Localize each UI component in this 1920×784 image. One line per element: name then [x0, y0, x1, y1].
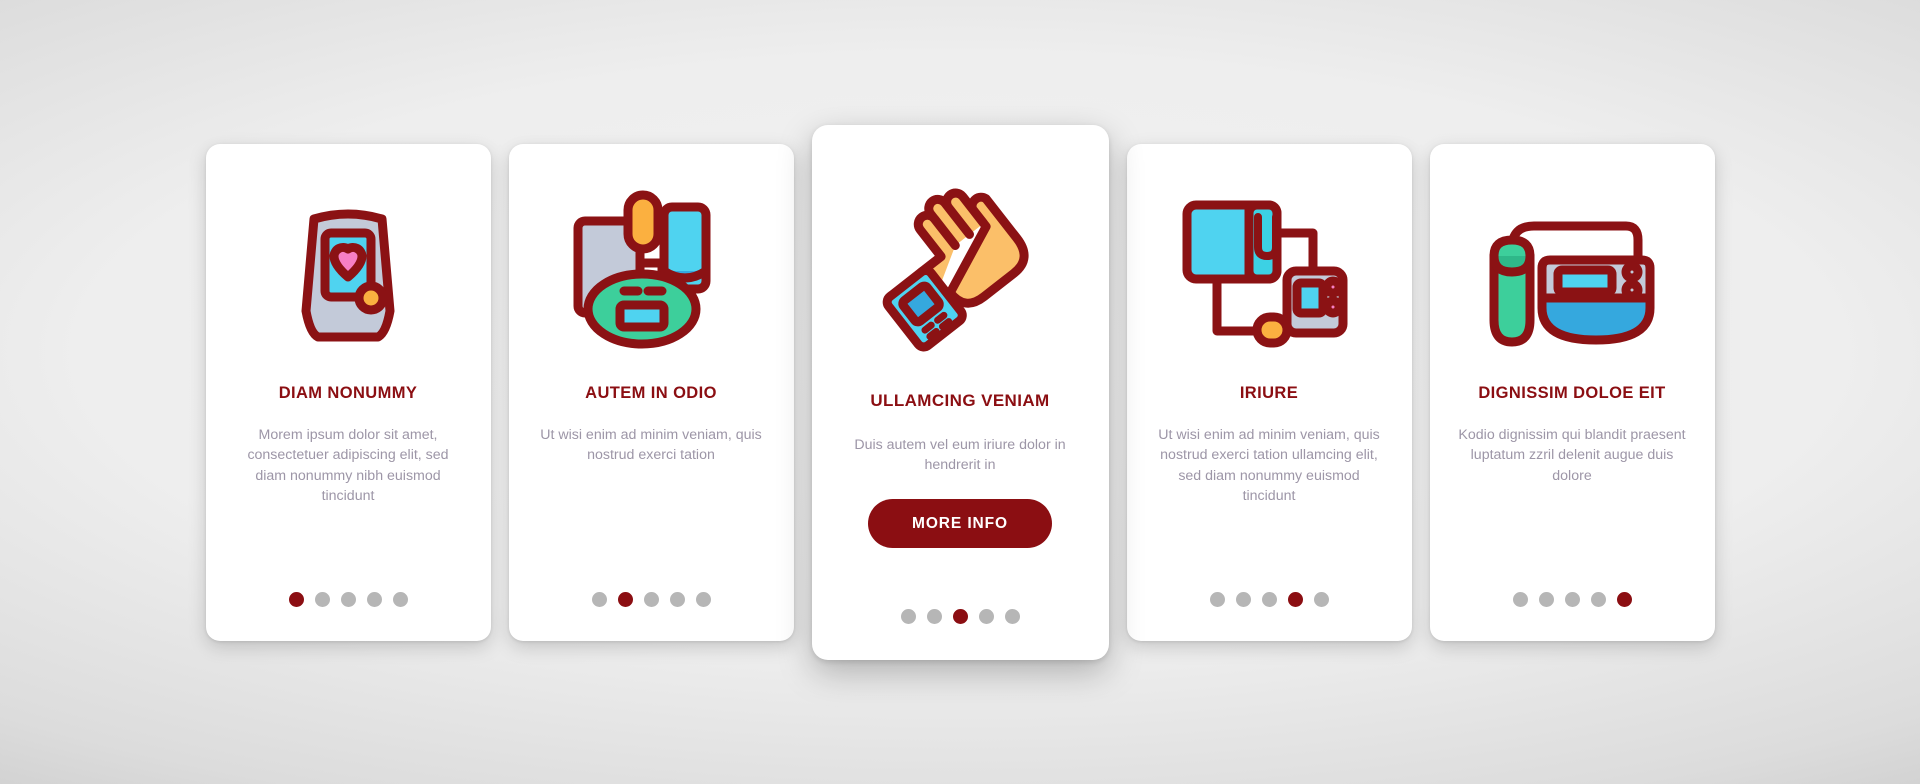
pagination-dot-2[interactable]	[314, 591, 330, 607]
pagination-dots[interactable]	[1127, 591, 1412, 607]
pagination-dot-4[interactable]	[366, 591, 382, 607]
sphygmomanometer-icon	[1145, 170, 1394, 380]
pagination-dot-5[interactable]	[1616, 591, 1632, 607]
pagination-dot-4[interactable]	[978, 608, 994, 624]
pagination-dot-3[interactable]	[1261, 591, 1277, 607]
card-title: IRIURE	[1239, 383, 1299, 402]
pagination-dot-3[interactable]	[952, 608, 968, 624]
pagination-dots[interactable]	[1430, 591, 1715, 607]
pagination-dot-1[interactable]	[900, 608, 916, 624]
onboarding-card-4[interactable]: IRIURE Ut wisi enim ad minim veniam, qui…	[1126, 143, 1412, 641]
pagination-dot-4[interactable]	[1590, 591, 1606, 607]
pagination-dot-1[interactable]	[591, 591, 607, 607]
blood-pressure-cuff-icon	[527, 170, 776, 380]
card-title: AUTEM IN ODIO	[585, 383, 717, 402]
pagination-dot-1[interactable]	[1512, 591, 1528, 607]
pagination-dot-2[interactable]	[617, 591, 633, 607]
card-body-text: Ut wisi enim ad minim veniam, quis nostr…	[1158, 427, 1380, 504]
card-body-text: Duis autem vel eum iriure dolor in hendr…	[854, 436, 1066, 474]
onboarding-card-1[interactable]: DIAM NONUMMY Morem ipsum dolor sit amet,…	[205, 143, 491, 641]
card-body-text: Morem ipsum dolor sit amet, consectetuer…	[247, 427, 449, 504]
pagination-dots[interactable]	[206, 591, 491, 607]
pagination-dot-2[interactable]	[1235, 591, 1251, 607]
pagination-dot-4[interactable]	[1287, 591, 1303, 607]
digital-blood-pressure-device-icon	[1448, 170, 1697, 380]
card-body-text: Kodio dignissim qui blandit praesent lup…	[1458, 427, 1686, 484]
pagination-dot-5[interactable]	[1313, 591, 1329, 607]
pagination-dot-1[interactable]	[1209, 591, 1225, 607]
onboarding-card-3[interactable]: ULLAMCING VENIAM Duis autem vel eum iriu…	[811, 124, 1109, 660]
pagination-dot-5[interactable]	[695, 591, 711, 607]
pagination-dot-5[interactable]	[392, 591, 408, 607]
card-title: DIAM NONUMMY	[278, 383, 418, 402]
wrist-blood-pressure-monitor-icon	[830, 155, 1091, 387]
pagination-dot-3[interactable]	[643, 591, 659, 607]
onboarding-card-5[interactable]: DIGNISSIM DOLOE EIT Kodio dignissim qui …	[1429, 143, 1715, 641]
pagination-dot-2[interactable]	[926, 608, 942, 624]
heart-rate-monitor-icon	[224, 170, 473, 380]
onboarding-card-2[interactable]: AUTEM IN ODIO Ut wisi enim ad minim veni…	[508, 143, 794, 641]
pagination-dot-5[interactable]	[1004, 608, 1020, 624]
card-title: ULLAMCING VENIAM	[870, 390, 1050, 410]
pagination-dot-4[interactable]	[669, 591, 685, 607]
pagination-dots[interactable]	[509, 591, 794, 607]
onboarding-carousel: DIAM NONUMMY Morem ipsum dolor sit amet,…	[0, 0, 1920, 784]
pagination-dots[interactable]	[812, 608, 1109, 624]
pagination-dot-2[interactable]	[1538, 591, 1554, 607]
card-body-text: Ut wisi enim ad minim veniam, quis nostr…	[540, 427, 762, 464]
pagination-dot-3[interactable]	[1564, 591, 1580, 607]
card-title: DIGNISSIM DOLOE EIT	[1478, 383, 1666, 402]
pagination-dot-1[interactable]	[288, 591, 304, 607]
pagination-dot-3[interactable]	[340, 591, 356, 607]
more-info-button[interactable]: MORE INFO	[868, 499, 1052, 549]
